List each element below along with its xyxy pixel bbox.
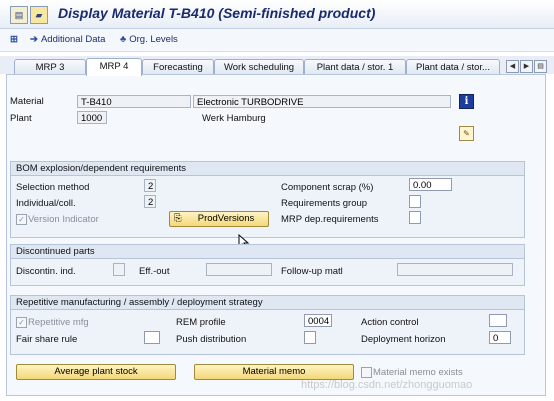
additional-data-button[interactable]: ➔ Additional Data bbox=[30, 34, 105, 45]
action-control-label: Action control bbox=[361, 317, 419, 328]
rem-profile-label: REM profile bbox=[176, 317, 226, 328]
material-field[interactable]: T-B410 bbox=[77, 95, 191, 108]
additional-data-label: Additional Data bbox=[40, 34, 106, 45]
component-scrap-label: Component scrap (%) bbox=[281, 182, 374, 193]
selection-method-field[interactable]: 2 bbox=[144, 179, 156, 192]
mrp-dep-requirements-label: MRP dep.requirements bbox=[281, 214, 379, 225]
tab-work-scheduling-label: Work scheduling bbox=[223, 62, 295, 73]
rem-profile-field[interactable]: 0004 bbox=[304, 314, 332, 327]
page-title: Display Material T-B410 (Semi-finished p… bbox=[58, 5, 376, 21]
tab-list-button[interactable]: ▤ bbox=[534, 60, 547, 73]
plant-field[interactable]: 1000 bbox=[77, 111, 107, 124]
watermark-text: https://blog.csdn.net/zhongguomao bbox=[301, 379, 473, 391]
component-scrap-field[interactable]: 0.00 bbox=[409, 178, 452, 191]
average-plant-stock-button[interactable]: Average plant stock bbox=[16, 364, 176, 380]
tab-mrp4-label: MRP 4 bbox=[99, 61, 129, 72]
arrow-right-icon: ➔ bbox=[30, 34, 38, 45]
mrp-dep-requirements-field[interactable] bbox=[409, 211, 421, 224]
fair-share-rule-field[interactable] bbox=[144, 331, 160, 344]
tab-scroll-left-button[interactable]: ◀ bbox=[506, 60, 519, 73]
material-description-field[interactable]: Electronic TURBODRIVE bbox=[193, 95, 451, 108]
material-memo-exists-label: Material memo exists bbox=[373, 367, 463, 378]
individual-coll-label: Individual/coll. bbox=[16, 198, 76, 209]
org-levels-button[interactable]: ♣ Org. Levels bbox=[120, 34, 178, 45]
tab-mrp3[interactable]: MRP 3 bbox=[14, 59, 86, 75]
structure-icon: ⊞ bbox=[10, 34, 18, 45]
menu-icon[interactable]: ▤ bbox=[10, 6, 28, 24]
repetitive-mfg-label: Repetitive mfg bbox=[28, 317, 89, 328]
version-indicator-checkbox[interactable]: ✓ bbox=[16, 214, 27, 225]
memo-icon[interactable]: ✎ bbox=[459, 126, 474, 141]
tab-mrp3-label: MRP 3 bbox=[35, 62, 65, 73]
tab-plant-data-2-label: Plant data / stor... bbox=[416, 62, 490, 73]
org-levels-label: Org. Levels bbox=[129, 34, 178, 45]
plant-description: Werk Hamburg bbox=[202, 113, 266, 124]
push-distribution-field[interactable] bbox=[304, 331, 316, 344]
material-memo-label: Material memo bbox=[242, 366, 306, 377]
requirements-group-label: Requirements group bbox=[281, 198, 368, 209]
tab-plant-data-1-label: Plant data / stor. 1 bbox=[316, 62, 394, 73]
material-label: Material bbox=[10, 96, 44, 107]
prodversions-label: ProdVersions bbox=[197, 213, 255, 224]
followup-matl-field[interactable] bbox=[397, 263, 513, 276]
push-distribution-label: Push distribution bbox=[176, 334, 247, 345]
org-levels-icon: ♣ bbox=[120, 34, 127, 45]
action-control-field[interactable] bbox=[489, 314, 507, 327]
bom-group-title: BOM explosion/dependent requirements bbox=[11, 162, 524, 176]
folder-icon[interactable]: ▰ bbox=[30, 6, 48, 24]
plant-label: Plant bbox=[10, 113, 32, 124]
selection-method-label: Selection method bbox=[16, 182, 90, 193]
discontin-ind-label: Discontin. ind. bbox=[16, 266, 76, 277]
individual-coll-field[interactable]: 2 bbox=[144, 195, 156, 208]
prodversions-button[interactable]: ⎘ ProdVersions bbox=[169, 211, 269, 227]
repetitive-mfg-checkbox[interactable]: ✓ bbox=[16, 317, 27, 328]
repetitive-group-title: Repetitive manufacturing / assembly / de… bbox=[11, 296, 524, 310]
discontin-ind-field[interactable] bbox=[113, 263, 125, 276]
deployment-horizon-label: Deployment horizon bbox=[361, 334, 446, 345]
eff-out-label: Eff.-out bbox=[139, 266, 170, 277]
tab-mrp4[interactable]: MRP 4 bbox=[86, 58, 142, 76]
tab-scroll-right-button[interactable]: ▶ bbox=[520, 60, 533, 73]
version-indicator-label: Version Indicator bbox=[28, 214, 99, 225]
tab-work-scheduling[interactable]: Work scheduling bbox=[214, 59, 304, 75]
material-memo-button[interactable]: Material memo bbox=[194, 364, 354, 380]
eff-out-field[interactable] bbox=[206, 263, 272, 276]
followup-matl-label: Follow-up matl bbox=[281, 266, 343, 277]
tab-forecasting[interactable]: Forecasting bbox=[142, 59, 214, 75]
material-memo-exists-checkbox[interactable] bbox=[361, 367, 372, 378]
discontinued-group-title: Discontinued parts bbox=[11, 245, 524, 259]
average-plant-stock-label: Average plant stock bbox=[54, 366, 138, 377]
org-hierarchy-button[interactable]: ⊞ bbox=[10, 34, 21, 45]
tab-plant-data-1[interactable]: Plant data / stor. 1 bbox=[304, 59, 406, 75]
prodversions-icon: ⎘ bbox=[174, 213, 182, 224]
deployment-horizon-field[interactable]: 0 bbox=[489, 331, 511, 344]
requirements-group-field[interactable] bbox=[409, 195, 421, 208]
tab-plant-data-2[interactable]: Plant data / stor... bbox=[406, 59, 500, 75]
fair-share-rule-label: Fair share rule bbox=[16, 334, 78, 345]
tab-forecasting-label: Forecasting bbox=[153, 62, 203, 73]
info-icon[interactable]: i bbox=[459, 94, 474, 109]
